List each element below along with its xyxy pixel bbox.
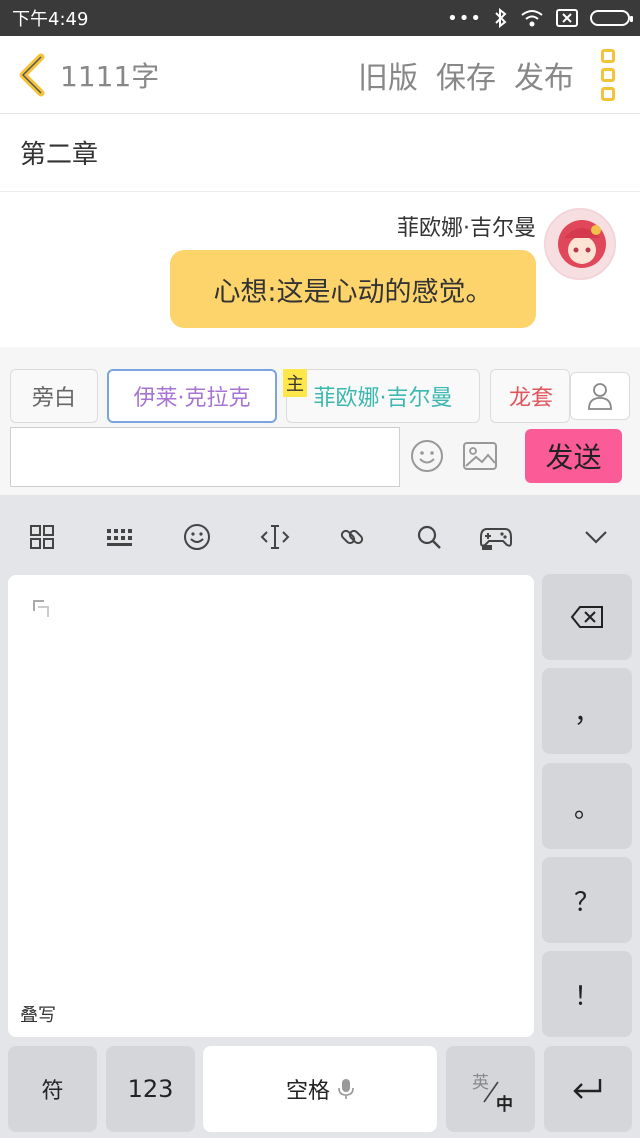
lang-zh-label: 中 xyxy=(496,1095,513,1115)
main-character-badge: 主 xyxy=(283,369,307,397)
header-actions: 旧版 保存 发布 xyxy=(358,53,574,97)
smiley-icon xyxy=(411,440,443,472)
save-button[interactable]: 保存 xyxy=(436,53,496,97)
character-chip-fiona[interactable]: 菲欧娜·吉尔曼 xyxy=(286,369,480,423)
comma-key[interactable]: ， xyxy=(542,668,632,754)
back-button[interactable] xyxy=(4,36,60,114)
search-icon[interactable] xyxy=(409,517,449,557)
game-controller-icon[interactable] xyxy=(476,517,516,557)
symbols-key[interactable]: 符 xyxy=(8,1046,97,1132)
message-input[interactable] xyxy=(10,427,400,487)
character-chip-extra[interactable]: 龙套 xyxy=(490,369,570,423)
emoji-button[interactable] xyxy=(410,439,444,473)
keyboard-toolbar xyxy=(0,495,640,575)
collapse-keyboard-icon[interactable] xyxy=(576,517,616,557)
wifi-icon xyxy=(521,10,543,27)
battery-icon xyxy=(590,10,633,26)
chevron-left-icon xyxy=(19,53,45,96)
backspace-key[interactable] xyxy=(542,574,632,660)
chat-area: 菲欧娜·吉尔曼 心想:这是心动的感觉。 xyxy=(0,192,640,347)
enter-icon xyxy=(573,1079,602,1099)
character-chip-eli[interactable]: 伊莱·克拉克 xyxy=(107,369,277,423)
status-time: 下午4:49 xyxy=(12,9,89,30)
overlap-write-label[interactable]: 叠写 xyxy=(20,1001,56,1027)
image-icon xyxy=(463,442,497,470)
more-menu-icon[interactable] xyxy=(582,36,634,114)
cursor-move-icon[interactable] xyxy=(255,517,295,557)
speaker-name: 菲欧娜·吉尔曼 xyxy=(397,216,536,241)
sim-off-icon xyxy=(556,9,578,27)
bluetooth-icon xyxy=(495,8,507,28)
backspace-icon xyxy=(570,606,603,628)
character-portrait-icon xyxy=(546,210,614,278)
exclamation-key[interactable]: ！ xyxy=(542,951,632,1037)
emoji-keyboard-icon[interactable] xyxy=(177,517,217,557)
numbers-key[interactable]: 123 xyxy=(106,1046,195,1132)
old-version-button[interactable]: 旧版 xyxy=(358,53,418,97)
slash-icon xyxy=(483,1081,499,1103)
avatar[interactable] xyxy=(544,208,616,280)
publish-button[interactable]: 发布 xyxy=(514,53,574,97)
expand-corner-icon[interactable] xyxy=(32,599,52,619)
add-character-button[interactable] xyxy=(570,372,630,420)
narrator-chip[interactable]: 旁白 xyxy=(10,369,98,423)
send-button[interactable]: 发送 xyxy=(525,429,622,483)
chapter-title[interactable]: 第二章 xyxy=(0,114,640,192)
enter-key[interactable] xyxy=(544,1046,632,1132)
image-button[interactable] xyxy=(462,439,498,473)
period-key[interactable]: 。 xyxy=(542,763,632,849)
status-bar: 下午4:49 ••• xyxy=(0,0,640,36)
person-icon xyxy=(588,383,612,410)
editor-header: 1111字 旧版 保存 发布 xyxy=(0,36,640,114)
language-switch-key[interactable]: 英 中 xyxy=(446,1046,535,1132)
word-count: 1111字 xyxy=(60,59,160,93)
link-icon[interactable] xyxy=(332,517,372,557)
more-dots-icon: ••• xyxy=(447,7,482,29)
space-key[interactable]: 空格 xyxy=(203,1046,437,1132)
message-bubble[interactable]: 心想:这是心动的感觉。 xyxy=(170,250,536,328)
message-input-row: 发送 xyxy=(0,427,640,495)
status-icons: ••• xyxy=(447,7,633,29)
question-key[interactable]: ？ xyxy=(542,857,632,943)
grid-menu-icon[interactable] xyxy=(22,517,62,557)
character-bar: 旁白 伊莱·克拉克 菲欧娜·吉尔曼 主 龙套 xyxy=(0,347,640,427)
microphone-icon xyxy=(338,1079,354,1099)
space-label: 空格 xyxy=(285,1079,330,1104)
keyboard-layout-icon[interactable] xyxy=(100,517,140,557)
handwriting-pad[interactable]: 叠写 xyxy=(8,575,534,1037)
keyboard: 叠写 ， 。 ？ ！ 符 123 空格 英 中 xyxy=(0,495,640,1138)
